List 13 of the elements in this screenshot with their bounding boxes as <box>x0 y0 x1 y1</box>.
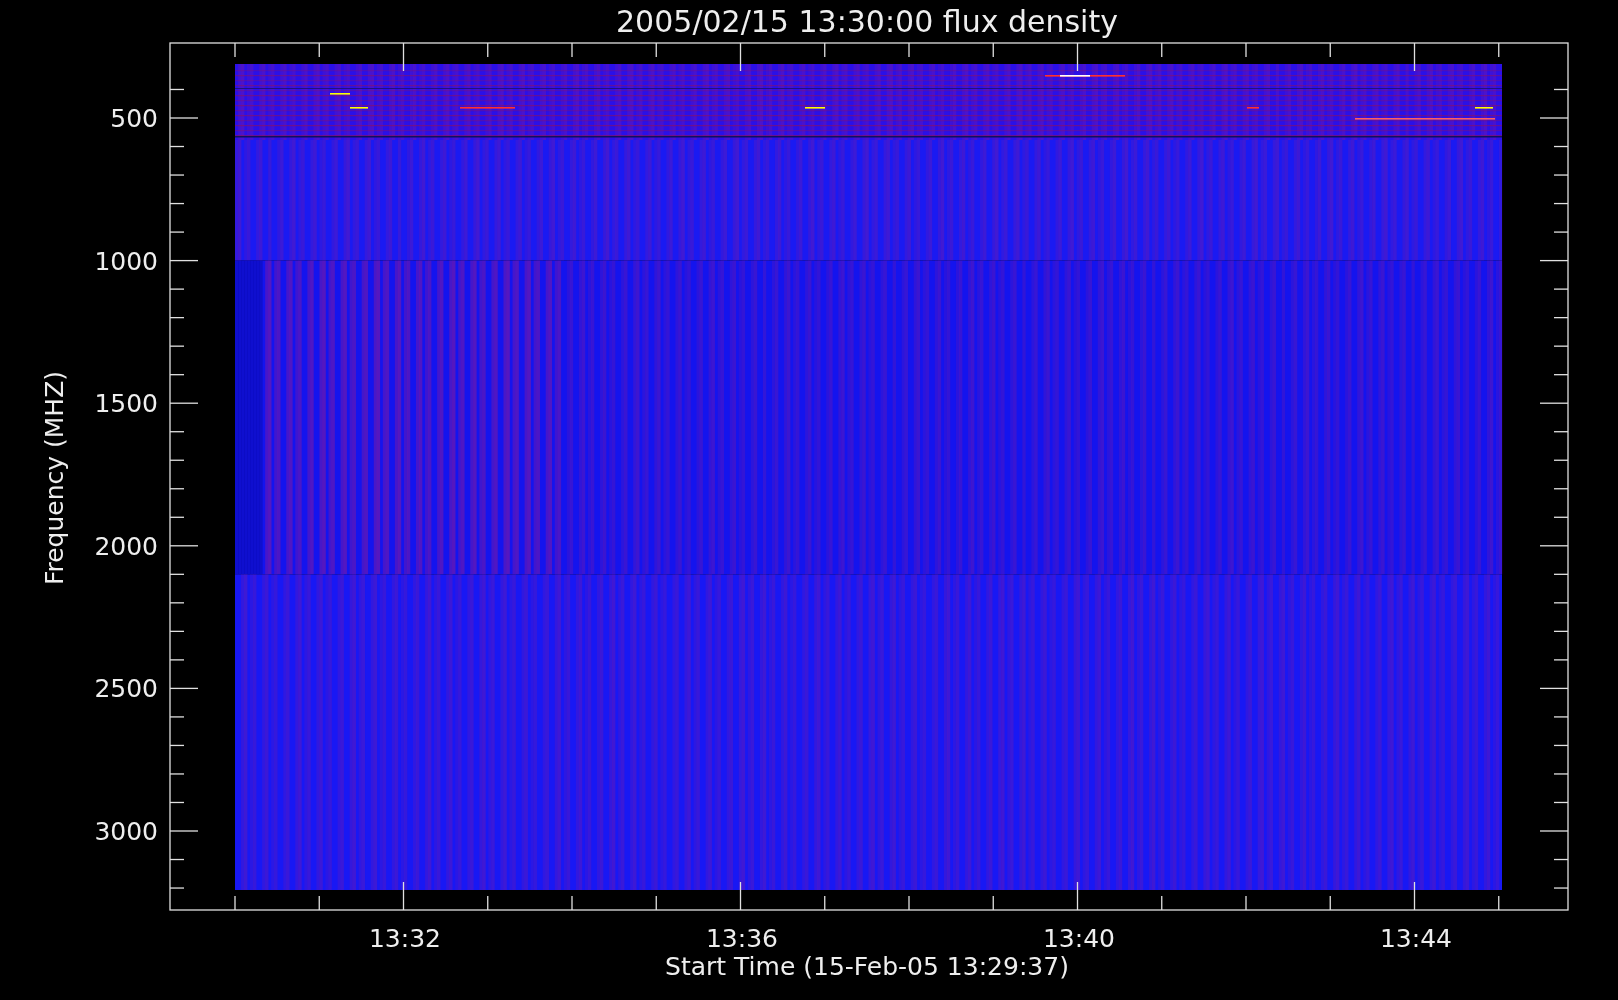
x-axis-label: Start Time (15-Feb-05 13:29:37) <box>665 952 1069 981</box>
tick-label: 2000 <box>94 531 158 561</box>
tick-label: 1000 <box>94 246 158 276</box>
tick-label: 1500 <box>94 389 158 419</box>
tick-label: 13:32 <box>369 924 441 953</box>
tick-label: 13:44 <box>1380 924 1452 953</box>
y-axis-label: Frequency (MHZ) <box>40 370 69 586</box>
chart-title: 2005/02/15 13:30:00 flux density <box>616 4 1118 39</box>
tick-label: 3000 <box>94 817 158 846</box>
tick-label: 13:36 <box>706 924 778 953</box>
tick-label: 500 <box>110 104 158 133</box>
tick-label: 13:40 <box>1043 924 1115 953</box>
tick-label: 2500 <box>94 674 158 704</box>
